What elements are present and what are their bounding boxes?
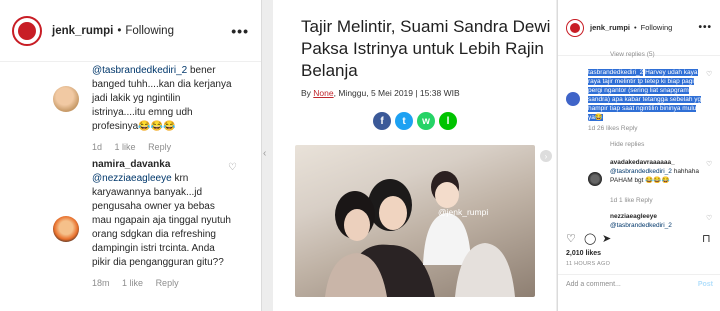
comment-icon[interactable]: ◯ <box>584 232 596 245</box>
post-actions: ♡ ◯ ➤ ⊓ <box>566 232 714 246</box>
comment-username[interactable]: avadakedavraaaaaa_ <box>610 159 675 166</box>
comment-mention[interactable]: @tasbrandedkediri_2 <box>610 168 672 175</box>
author-link[interactable]: None <box>313 88 333 98</box>
post-timestamp: 11 HOURS AGO <box>566 261 611 267</box>
reply-comment: nezziaeagleeye @tasbrandedkediri_2 <box>610 212 706 230</box>
hide-replies-link[interactable]: Hide replies <box>610 140 644 149</box>
post-header: jenk_rumpi • Following ••• <box>0 0 261 62</box>
article-photo: @jenk_rumpi <box>295 145 535 297</box>
facebook-icon[interactable]: f <box>373 112 391 130</box>
commenter-avatar[interactable] <box>53 216 79 242</box>
view-replies-link[interactable]: View replies (5) <box>610 50 655 59</box>
likes-count[interactable]: 2,010 likes <box>566 250 601 257</box>
reply-button[interactable]: Reply <box>156 278 179 288</box>
selected-comment: tasbrandedkediri_2 Harvey udah kaya raya… <box>588 68 702 122</box>
family-photo-illustration <box>325 171 515 297</box>
share-buttons: f t w l <box>373 112 457 130</box>
comment-mention[interactable]: @tasbrandedkediri_2 <box>610 222 672 229</box>
chevron-right-icon[interactable]: › <box>540 150 552 162</box>
line-icon[interactable]: l <box>439 112 457 130</box>
comment-time: 18m <box>92 278 110 288</box>
comment-mention[interactable]: @tasbrandedkediri_2 <box>92 65 187 76</box>
heart-icon[interactable]: ♡ <box>706 160 712 168</box>
follow-separator: • <box>634 23 637 32</box>
bookmark-icon[interactable]: ⊓ <box>702 232 711 245</box>
comment-mention[interactable]: tasbrandedkediri_2 <box>588 69 644 76</box>
account-avatar[interactable] <box>566 18 584 37</box>
heart-icon[interactable]: ♡ <box>706 70 712 78</box>
photo-watermark: @jenk_rumpi <box>438 207 489 217</box>
account-avatar[interactable] <box>12 15 42 46</box>
comment-time: 1d <box>92 142 103 152</box>
reply-comment: avadakedavraaaaaa_ @tasbrandedkediri_2 h… <box>610 158 706 185</box>
comment-text: krn karyawannya banyak...jd pengusaha ow… <box>92 173 231 268</box>
comment-text: Harvey udah kaya raya tajir melintir tp … <box>588 69 702 121</box>
commenter-avatar[interactable] <box>566 92 580 106</box>
comment-mention[interactable]: @nezziaeagleeye <box>92 173 172 184</box>
twitter-icon[interactable]: t <box>395 112 413 130</box>
comment-username[interactable]: namira_davanka <box>92 159 170 170</box>
add-comment-bar: Add a comment... Post <box>558 274 720 296</box>
share-icon[interactable]: ➤ <box>602 232 611 245</box>
left-post-panel: jenk_rumpi • Following ••• @tasbrandedke… <box>0 0 262 311</box>
following-label[interactable]: Following <box>641 23 673 32</box>
comment-likes[interactable]: 1 like <box>115 142 136 152</box>
reply-button[interactable]: Reply <box>148 142 171 152</box>
follow-separator: • <box>117 24 122 37</box>
account-username[interactable]: jenk_rumpi <box>52 25 113 37</box>
comment-likes[interactable]: 1 like <box>122 278 143 288</box>
article-date: , Minggu, 5 Mei 2019 | 15:38 WIB <box>333 88 460 98</box>
commenter-avatar[interactable] <box>588 172 602 186</box>
account-username[interactable]: jenk_rumpi <box>590 23 630 32</box>
post-header: jenk_rumpi • Following ••• <box>558 0 720 56</box>
comment-meta: 1d 1 like Reply <box>610 197 653 204</box>
comment-meta: 1d 26 likes Reply <box>588 125 638 132</box>
article-image-post: Tajir Melintir, Suami Sandra Dewi Paksa … <box>273 0 556 311</box>
article-byline: By None, Minggu, 5 Mei 2019 | 15:38 WIB <box>301 88 460 98</box>
whatsapp-icon[interactable]: w <box>417 112 435 130</box>
byline-prefix: By <box>301 88 311 98</box>
chevron-left-icon[interactable]: ‹ <box>263 148 273 162</box>
instagram-post-window: jenk_rumpi • Following ••• @tasbrandedke… <box>0 0 720 311</box>
more-icon[interactable]: ••• <box>698 22 712 33</box>
commenter-avatar[interactable] <box>53 86 79 112</box>
following-label[interactable]: Following <box>125 25 174 37</box>
article-title: Tajir Melintir, Suami Sandra Dewi Paksa … <box>301 17 551 80</box>
more-icon[interactable]: ••• <box>231 23 249 39</box>
right-post-panel: jenk_rumpi • Following ••• View replies … <box>557 0 720 311</box>
post-button[interactable]: Post <box>698 281 713 288</box>
heart-icon[interactable]: ♡ <box>566 232 576 245</box>
heart-icon[interactable]: ♡ <box>706 214 712 222</box>
add-comment-input[interactable]: Add a comment... <box>566 281 621 288</box>
comment-username[interactable]: nezziaeagleeye <box>610 213 657 220</box>
